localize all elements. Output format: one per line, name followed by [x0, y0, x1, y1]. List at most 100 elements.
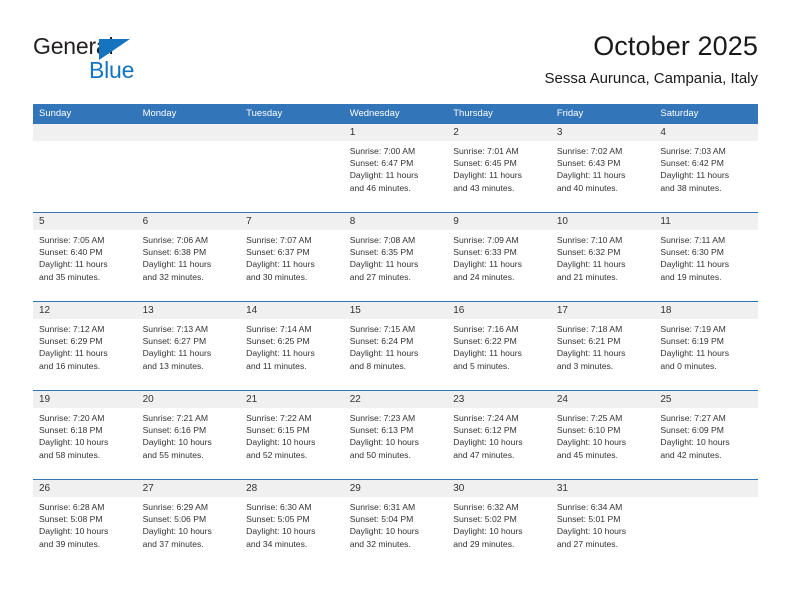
sunrise-text: Sunrise: 6:29 AM [142, 502, 209, 512]
daylight-text-line1: Daylight: 11 hours [349, 170, 419, 181]
page-title: October 2025 [593, 31, 758, 61]
sunset-text: Sunset: 6:43 PM [556, 158, 621, 169]
sunset-text: Sunset: 6:13 PM [349, 425, 414, 436]
day-cell[interactable]: 12 Sunrise: 7:12 AM Sunset: 6:29 PM Dayl… [33, 302, 137, 390]
day-cell[interactable]: 16 Sunrise: 7:16 AM Sunset: 6:22 PM Dayl… [447, 302, 551, 390]
day-cell[interactable]: 14 Sunrise: 7:14 AM Sunset: 6:25 PM Dayl… [240, 302, 344, 390]
day-cell[interactable]: 23 Sunrise: 7:24 AM Sunset: 6:12 PM Dayl… [447, 391, 551, 479]
day-cell[interactable] [240, 124, 344, 212]
sunrise-text: Sunrise: 7:14 AM [246, 324, 312, 334]
day-number: 12 [39, 305, 51, 316]
daylight-text-line1: Daylight: 11 hours [349, 259, 419, 270]
daylight-text-line1: Daylight: 11 hours [246, 259, 315, 270]
calendar-page: General Blue October 2025 Sessa Aurunca,… [0, 0, 792, 612]
day-cell[interactable]: 19 Sunrise: 7:20 AM Sunset: 6:18 PM Dayl… [33, 391, 137, 479]
daylight-text-line2: and 55 minutes. [142, 449, 204, 460]
day-cell[interactable]: 17 Sunrise: 7:18 AM Sunset: 6:21 PM Dayl… [550, 302, 655, 390]
day-cell[interactable]: 3 Sunrise: 7:02 AM Sunset: 6:43 PM Dayli… [550, 124, 655, 212]
daylight-text-line2: and 32 minutes. [142, 271, 204, 282]
day-cell[interactable]: 6 Sunrise: 7:06 AM Sunset: 6:38 PM Dayli… [136, 213, 241, 301]
day-cell[interactable]: 2 Sunrise: 7:01 AM Sunset: 6:45 PM Dayli… [447, 124, 551, 212]
day-cell[interactable]: 7 Sunrise: 7:07 AM Sunset: 6:37 PM Dayli… [240, 213, 344, 301]
day-cell[interactable] [33, 124, 137, 212]
day-cell[interactable]: 21 Sunrise: 7:22 AM Sunset: 6:15 PM Dayl… [240, 391, 344, 479]
day-cell[interactable]: 1 Sunrise: 7:00 AM Sunset: 6:47 PM Dayli… [343, 124, 448, 212]
daylight-text-line2: and 24 minutes. [453, 271, 515, 282]
day-details: Sunrise: 6:32 AM Sunset: 5:02 PM Dayligh… [447, 497, 551, 550]
day-cell[interactable]: 31 Sunrise: 6:34 AM Sunset: 5:01 PM Dayl… [550, 480, 655, 568]
day-cell[interactable]: 30 Sunrise: 6:32 AM Sunset: 5:02 PM Dayl… [447, 480, 551, 568]
day-number: 9 [453, 216, 459, 227]
day-number: 18 [660, 305, 672, 316]
sunrise-text: Sunrise: 7:21 AM [142, 413, 209, 423]
daylight-text-line1: Daylight: 11 hours [660, 170, 730, 181]
day-cell[interactable]: 25 Sunrise: 7:27 AM Sunset: 6:09 PM Dayl… [654, 391, 758, 479]
daylight-text-line1: Daylight: 10 hours [39, 437, 109, 448]
day-number [240, 124, 344, 141]
day-cell[interactable] [136, 124, 241, 212]
daylight-text-line2: and 58 minutes. [39, 449, 101, 460]
day-details: Sunrise: 6:29 AM Sunset: 5:06 PM Dayligh… [137, 497, 241, 550]
sunrise-text: Sunrise: 7:02 AM [556, 146, 623, 156]
day-cell[interactable]: 18 Sunrise: 7:19 AM Sunset: 6:19 PM Dayl… [654, 302, 758, 390]
daylight-text-line2: and 27 minutes. [556, 538, 618, 549]
daylight-text-line1: Daylight: 11 hours [556, 348, 626, 359]
day-cell[interactable]: 10 Sunrise: 7:10 AM Sunset: 6:32 PM Dayl… [550, 213, 655, 301]
day-cell[interactable]: 4 Sunrise: 7:03 AM Sunset: 6:42 PM Dayli… [654, 124, 758, 212]
daylight-text-line1: Daylight: 11 hours [453, 259, 522, 270]
day-cell[interactable] [654, 480, 758, 568]
day-number: 16 [453, 305, 465, 316]
sunset-text: Sunset: 6:35 PM [349, 247, 414, 258]
day-cell[interactable]: 24 Sunrise: 7:25 AM Sunset: 6:10 PM Dayl… [550, 391, 655, 479]
day-cell[interactable]: 9 Sunrise: 7:09 AM Sunset: 6:33 PM Dayli… [447, 213, 551, 301]
daylight-text-line1: Daylight: 11 hours [142, 259, 212, 270]
day-details [654, 497, 758, 501]
sunrise-text: Sunrise: 7:08 AM [349, 235, 416, 245]
sunrise-text: Sunrise: 7:11 AM [660, 235, 726, 245]
day-cell[interactable]: 15 Sunrise: 7:15 AM Sunset: 6:24 PM Dayl… [343, 302, 448, 390]
daylight-text-line2: and 30 minutes. [246, 271, 308, 282]
sunset-text: Sunset: 5:08 PM [39, 514, 103, 525]
day-details: Sunrise: 7:22 AM Sunset: 6:15 PM Dayligh… [240, 408, 344, 461]
daylight-text-line2: and 47 minutes. [453, 449, 515, 460]
sunrise-text: Sunrise: 7:10 AM [556, 235, 623, 245]
day-number: 22 [349, 394, 361, 405]
day-cell[interactable]: 29 Sunrise: 6:31 AM Sunset: 5:04 PM Dayl… [343, 480, 448, 568]
day-details: Sunrise: 7:23 AM Sunset: 6:13 PM Dayligh… [344, 408, 448, 461]
day-cell[interactable]: 13 Sunrise: 7:13 AM Sunset: 6:27 PM Dayl… [136, 302, 241, 390]
weekday-header-row: Sunday Monday Tuesday Wednesday Thursday… [33, 104, 758, 123]
day-details: Sunrise: 7:14 AM Sunset: 6:25 PM Dayligh… [240, 319, 344, 372]
sunset-text: Sunset: 5:02 PM [453, 514, 517, 525]
day-number: 11 [660, 216, 671, 227]
day-cell[interactable]: 27 Sunrise: 6:29 AM Sunset: 5:06 PM Dayl… [136, 480, 241, 568]
day-number: 26 [39, 483, 51, 494]
daylight-text-line1: Daylight: 10 hours [660, 437, 730, 448]
sunset-text: Sunset: 6:42 PM [660, 158, 724, 169]
daylight-text-line2: and 27 minutes. [349, 271, 411, 282]
page-header: General Blue October 2025 Sessa Aurunca,… [0, 0, 792, 100]
day-cell[interactable]: 11 Sunrise: 7:11 AM Sunset: 6:30 PM Dayl… [654, 213, 758, 301]
daylight-text-line2: and 32 minutes. [349, 538, 411, 549]
day-details: Sunrise: 7:18 AM Sunset: 6:21 PM Dayligh… [551, 319, 655, 372]
day-cell[interactable]: 8 Sunrise: 7:08 AM Sunset: 6:35 PM Dayli… [343, 213, 448, 301]
day-cell[interactable]: 20 Sunrise: 7:21 AM Sunset: 6:16 PM Dayl… [136, 391, 241, 479]
day-cell[interactable]: 28 Sunrise: 6:30 AM Sunset: 5:05 PM Dayl… [240, 480, 344, 568]
day-cell[interactable]: 22 Sunrise: 7:23 AM Sunset: 6:13 PM Dayl… [343, 391, 448, 479]
daylight-text-line2: and 43 minutes. [453, 182, 515, 193]
week-row: 26 Sunrise: 6:28 AM Sunset: 5:08 PM Dayl… [33, 479, 758, 568]
day-details: Sunrise: 7:03 AM Sunset: 6:42 PM Dayligh… [654, 141, 758, 194]
day-details: Sunrise: 7:07 AM Sunset: 6:37 PM Dayligh… [240, 230, 344, 283]
day-cell[interactable]: 5 Sunrise: 7:05 AM Sunset: 6:40 PM Dayli… [33, 213, 137, 301]
generalblue-logo[interactable]: General Blue [33, 33, 223, 85]
daylight-text-line1: Daylight: 10 hours [349, 526, 419, 537]
day-details: Sunrise: 7:00 AM Sunset: 6:47 PM Dayligh… [344, 141, 448, 194]
sunset-text: Sunset: 6:38 PM [142, 247, 207, 258]
daylight-text-line1: Daylight: 10 hours [39, 526, 109, 537]
weekday-header-friday: Friday [556, 108, 584, 119]
daylight-text-line2: and 19 minutes. [660, 271, 722, 282]
sunset-text: Sunset: 6:30 PM [660, 247, 724, 258]
sunset-text: Sunset: 6:32 PM [556, 247, 621, 258]
day-details: Sunrise: 7:08 AM Sunset: 6:35 PM Dayligh… [344, 230, 448, 283]
day-cell[interactable]: 26 Sunrise: 6:28 AM Sunset: 5:08 PM Dayl… [33, 480, 137, 568]
day-details: Sunrise: 7:15 AM Sunset: 6:24 PM Dayligh… [344, 319, 448, 372]
